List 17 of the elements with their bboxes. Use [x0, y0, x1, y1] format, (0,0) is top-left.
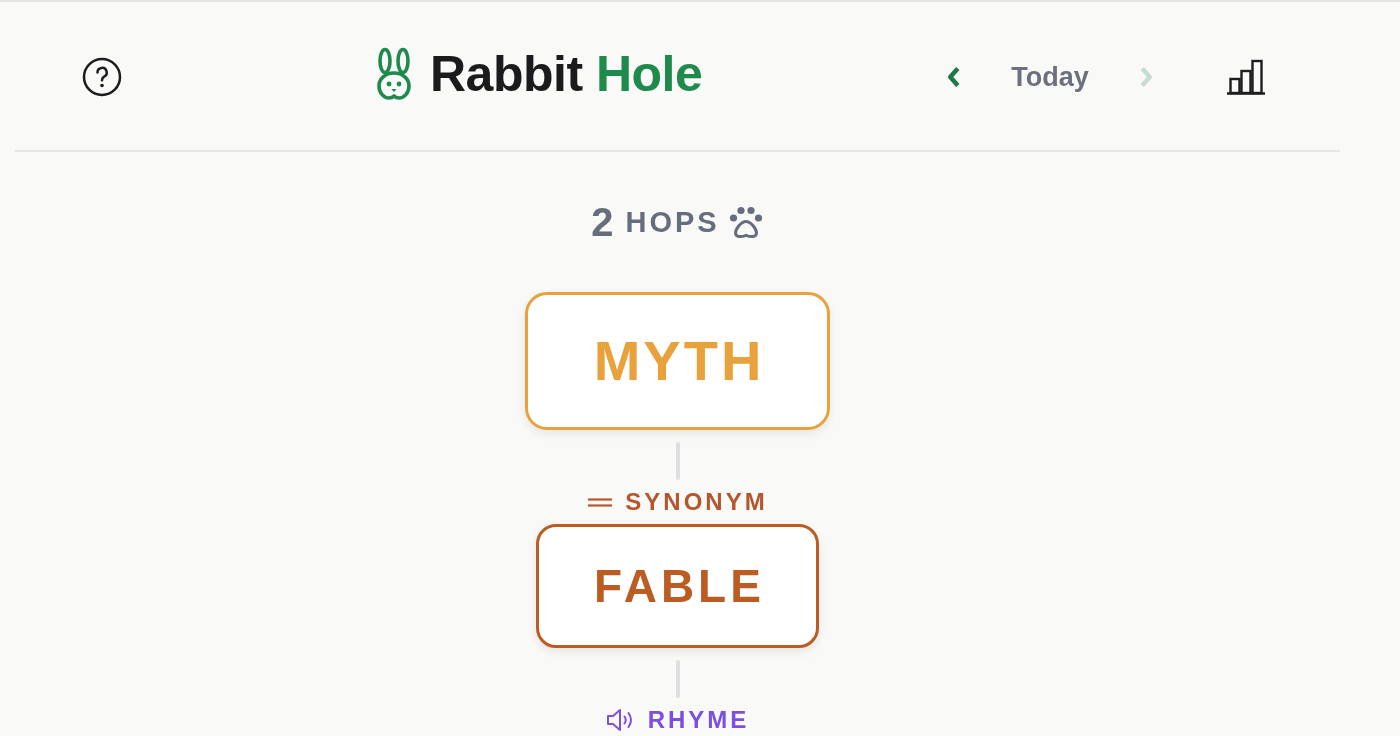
- connector-line: [675, 442, 680, 480]
- relation-label: SYNONYM: [625, 490, 768, 514]
- date-label: Today: [1011, 61, 1089, 93]
- help-icon: [82, 57, 122, 97]
- equals-icon: [587, 496, 614, 508]
- help-button[interactable]: [82, 57, 122, 97]
- connector-line: [675, 660, 680, 698]
- hops-label: HOPS: [625, 205, 720, 240]
- stats-button[interactable]: [1225, 59, 1266, 95]
- previous-day-button[interactable]: [946, 65, 962, 89]
- relation-label: RHYME: [647, 708, 750, 732]
- paw-icon: [727, 205, 764, 239]
- word-card: FABLE: [536, 524, 819, 648]
- bar-chart-icon: [1225, 59, 1266, 95]
- word-card: MYTH: [524, 292, 831, 430]
- hops-count: 2: [591, 199, 614, 245]
- logo-text: Rabbit Hole: [430, 49, 703, 99]
